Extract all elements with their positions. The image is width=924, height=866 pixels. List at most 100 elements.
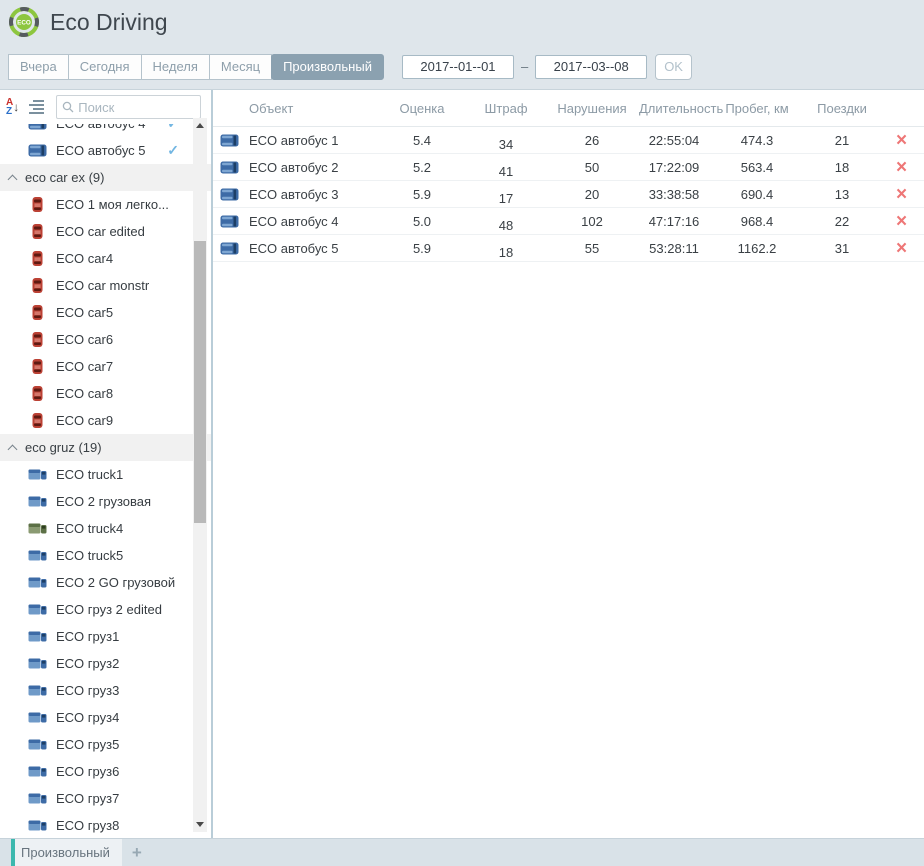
cell-duration: 22:55:04 bbox=[639, 133, 709, 148]
unit-item[interactable]: ECO truck1 bbox=[0, 461, 211, 488]
unit-item[interactable]: ECO car edited bbox=[0, 218, 211, 245]
ok-button[interactable]: OK bbox=[655, 54, 692, 80]
scroll-up-icon[interactable] bbox=[196, 123, 204, 128]
truck-icon bbox=[28, 684, 47, 697]
topbar: ECO Eco Driving ВчераСегодняНеделяМесяцП… bbox=[0, 0, 924, 90]
period-tab-3[interactable]: Неделя bbox=[141, 54, 210, 80]
cell-penalty: 18 bbox=[467, 245, 545, 260]
unit-item[interactable]: ECO груз6 bbox=[0, 758, 211, 785]
scroll-down-icon[interactable] bbox=[196, 822, 204, 827]
unit-label: ECO автобус 5 bbox=[56, 143, 146, 158]
unit-item[interactable]: ECO 2 грузовая bbox=[0, 488, 211, 515]
cell-trips: 31 bbox=[805, 241, 879, 256]
unit-label: ECO 1 моя легко... bbox=[56, 197, 169, 212]
bottom-tab-label: Произвольный bbox=[21, 845, 110, 860]
unit-item[interactable]: ECO груз 2 edited bbox=[0, 596, 211, 623]
scrollbar-thumb[interactable] bbox=[194, 241, 206, 523]
unit-group-header[interactable]: eco car ex (9) bbox=[0, 164, 211, 191]
unit-label: ECO груз7 bbox=[56, 791, 119, 806]
cell-score: 5.0 bbox=[377, 214, 467, 229]
table-row: ECO автобус 55.9185553:28:111162.231× bbox=[213, 235, 924, 262]
period-tab-4[interactable]: Месяц bbox=[209, 54, 272, 80]
unit-item[interactable]: ECO truck5 bbox=[0, 542, 211, 569]
check-icon: ✓ bbox=[167, 124, 179, 132]
delete-row-icon[interactable]: × bbox=[879, 212, 924, 231]
delete-row-icon[interactable]: × bbox=[879, 185, 924, 204]
sidebar-scrollbar[interactable] bbox=[193, 118, 207, 832]
unit-item[interactable]: ECO car monstr bbox=[0, 272, 211, 299]
unit-item[interactable]: ECO car4 bbox=[0, 245, 211, 272]
column-trips: Поездки bbox=[805, 101, 879, 116]
car-icon bbox=[28, 223, 47, 240]
period-tabs: ВчераСегодняНеделяМесяцПроизвольный bbox=[8, 54, 384, 80]
delete-row-icon[interactable]: × bbox=[879, 239, 924, 258]
cell-score: 5.2 bbox=[377, 160, 467, 175]
unit-item[interactable]: ECO truck4 bbox=[0, 515, 211, 542]
unit-item[interactable]: ECO 2 GO грузовой bbox=[0, 569, 211, 596]
unit-item[interactable]: ECO автобус 5✓ bbox=[0, 137, 211, 164]
sort-az-icon[interactable]: AZ ↓ bbox=[6, 98, 19, 116]
group-label: eco gruz (19) bbox=[25, 440, 102, 455]
delete-row-icon[interactable]: × bbox=[879, 131, 924, 150]
period-tab-5[interactable]: Произвольный bbox=[271, 54, 384, 80]
date-to-input[interactable] bbox=[535, 55, 647, 79]
column-penalty: Штраф bbox=[467, 101, 545, 116]
unit-label: ECO автобус 4 bbox=[56, 124, 146, 131]
unit-item[interactable]: ECO груз2 bbox=[0, 650, 211, 677]
unit-label: ECO груз1 bbox=[56, 629, 119, 644]
truck-icon bbox=[28, 522, 47, 535]
table-row: ECO автобус 25.2415017:22:09563.418× bbox=[213, 154, 924, 181]
cell-mileage: 474.3 bbox=[709, 133, 805, 148]
period-tab-1[interactable]: Вчера bbox=[8, 54, 69, 80]
unit-group-header[interactable]: eco gruz (19) bbox=[0, 434, 211, 461]
sidebar-toolbar: AZ ↓ bbox=[0, 90, 211, 124]
eco-driving-logo-icon: ECO bbox=[8, 6, 40, 38]
unit-item[interactable]: ECO груз1 bbox=[0, 623, 211, 650]
truck-icon bbox=[28, 468, 47, 481]
car-icon bbox=[28, 331, 47, 348]
car-icon bbox=[28, 412, 47, 429]
bus-icon bbox=[28, 144, 47, 157]
column-score: Оценка bbox=[377, 101, 467, 116]
unit-item[interactable]: ECO car9 bbox=[0, 407, 211, 434]
cell-violations: 20 bbox=[545, 187, 639, 202]
unit-item[interactable]: ECO груз8 bbox=[0, 812, 211, 838]
car-icon bbox=[28, 196, 47, 213]
unit-item[interactable]: ECO car7 bbox=[0, 353, 211, 380]
page-title: Eco Driving bbox=[50, 9, 168, 36]
cell-trips: 18 bbox=[805, 160, 879, 175]
bottom-tab-custom-interval[interactable]: Произвольный bbox=[11, 839, 122, 866]
truck-icon bbox=[28, 819, 47, 832]
bus-icon bbox=[213, 242, 245, 255]
unit-label: ECO car7 bbox=[56, 359, 113, 374]
unit-label: ECO car8 bbox=[56, 386, 113, 401]
unit-item[interactable]: ECO 1 моя легко... bbox=[0, 191, 211, 218]
cell-trips: 22 bbox=[805, 214, 879, 229]
unit-item[interactable]: ECO car6 bbox=[0, 326, 211, 353]
unit-item[interactable]: ECO груз4 bbox=[0, 704, 211, 731]
cell-penalty: 41 bbox=[467, 164, 545, 179]
unit-item[interactable]: ECO car8 bbox=[0, 380, 211, 407]
list-view-icon[interactable] bbox=[29, 100, 46, 114]
unit-item[interactable]: ECO car5 bbox=[0, 299, 211, 326]
unit-item[interactable]: ECO груз5 bbox=[0, 731, 211, 758]
date-from-input[interactable] bbox=[402, 55, 514, 79]
unit-list: ECO автобус 4 ✓ ECO автобус 5✓eco car ex … bbox=[0, 124, 211, 838]
search-input[interactable] bbox=[78, 100, 195, 115]
delete-row-icon[interactable]: × bbox=[879, 158, 924, 177]
unit-item[interactable]: ECO груз3 bbox=[0, 677, 211, 704]
chevron-up-icon bbox=[8, 444, 18, 454]
report-area: Объект Оценка Штраф Нарушения Длительнос… bbox=[213, 90, 924, 838]
unit-item[interactable]: ECO груз7 bbox=[0, 785, 211, 812]
unit-item[interactable]: ECO автобус 4 ✓ bbox=[0, 124, 211, 137]
unit-label: ECO груз6 bbox=[56, 764, 119, 779]
main-area: AZ ↓ ECO bbox=[0, 90, 924, 838]
car-icon bbox=[28, 385, 47, 402]
column-object: Объект bbox=[245, 101, 377, 116]
truck-icon bbox=[28, 630, 47, 643]
add-tab-button[interactable]: + bbox=[122, 839, 152, 866]
period-tab-2[interactable]: Сегодня bbox=[68, 54, 142, 80]
table-row: ECO автобус 15.4342622:55:04474.321× bbox=[213, 127, 924, 154]
date-range: – OK bbox=[402, 54, 692, 80]
car-icon bbox=[28, 277, 47, 294]
